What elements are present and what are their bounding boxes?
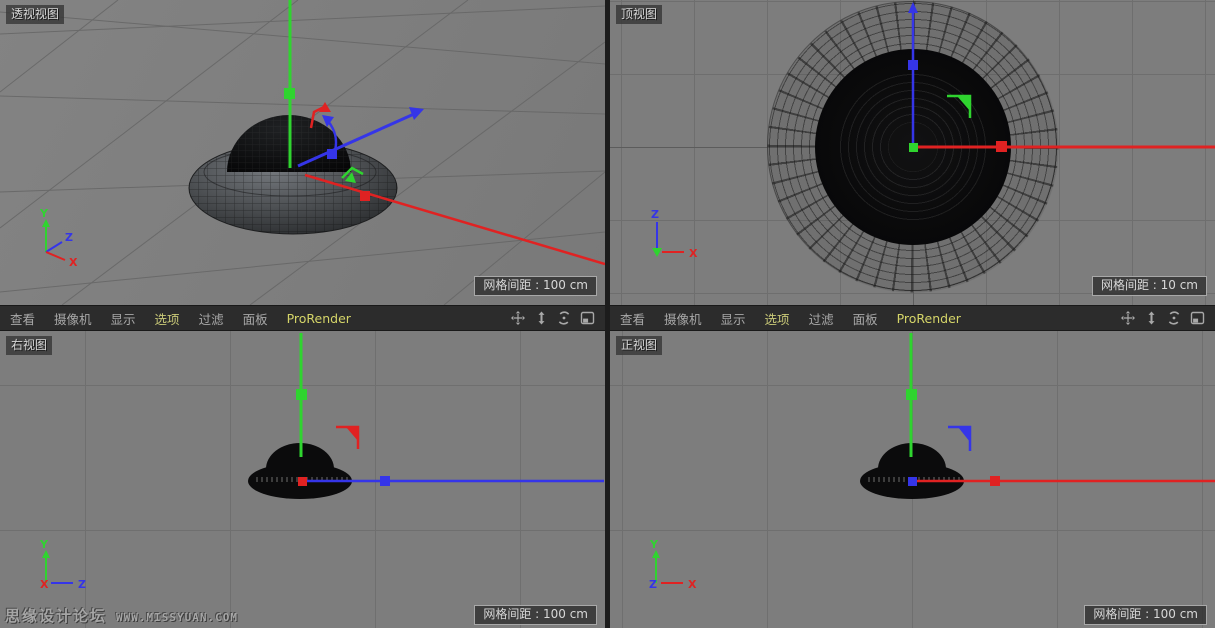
menu-panel[interactable]: 面板 — [853, 309, 878, 328]
viewport-label-front: 正视图 — [616, 336, 662, 355]
pan-icon[interactable] — [510, 310, 526, 326]
rotate-band-z[interactable] — [948, 427, 970, 451]
menu-options[interactable]: 选项 — [155, 309, 180, 328]
axis-z-label: Z — [651, 208, 659, 221]
menu-display[interactable]: 显示 — [111, 309, 136, 328]
grid-spacing-front: 网格间距 : 100 cm — [1084, 605, 1207, 625]
viewport-label-right: 右视图 — [6, 336, 52, 355]
axis-x-label: X — [69, 256, 78, 269]
zoom-icon[interactable] — [533, 310, 549, 326]
gizmo-z-handle[interactable] — [908, 60, 918, 70]
viewport-nav-tools — [1120, 310, 1205, 326]
gizmo-x-handle[interactable] — [990, 476, 1000, 486]
viewport-label-perspective: 透视视图 — [6, 5, 64, 24]
axis-triad-front: Y Z X — [631, 535, 701, 605]
gizmo-z-handle[interactable] — [908, 477, 917, 486]
c4d-four-view-layout: Y Z X 透视视图 网格间距 : 100 cm — [0, 0, 1215, 628]
menu-panel[interactable]: 面板 — [243, 309, 268, 328]
viewport-menubar-right: 查看 摄像机 显示 选项 过滤 面板 ProRender — [610, 305, 1215, 331]
axis-y-label: Y — [39, 538, 49, 551]
axis-x-label: X — [40, 578, 49, 591]
axis-x-label: X — [688, 578, 697, 591]
viewport-front[interactable]: Y Z X 正视图 网格间距 : 100 cm — [610, 331, 1215, 628]
gizmo-y-handle[interactable] — [906, 389, 917, 400]
gizmo-y-handle[interactable] — [284, 88, 295, 99]
gizmo-y-handle[interactable] — [909, 143, 918, 152]
triad-y-arrow — [652, 248, 662, 257]
axis-z-label: Z — [78, 578, 86, 591]
menu-prorender[interactable]: ProRender — [287, 311, 351, 326]
menu-filter[interactable]: 过滤 — [809, 309, 834, 328]
menu-camera[interactable]: 摄像机 — [54, 309, 92, 328]
viewport-menubar-left: 查看 摄像机 显示 选项 过滤 面板 ProRender — [0, 305, 605, 331]
grid-spacing-top: 网格间距 : 10 cm — [1092, 276, 1207, 296]
gizmo-y-handle[interactable] — [296, 389, 307, 400]
axis-z-label: Z — [649, 578, 657, 591]
viewport-nav-tools — [510, 310, 595, 326]
axis-triad-right: Y X Z — [25, 535, 95, 605]
axis-y-label: Y — [649, 538, 659, 551]
menu-display[interactable]: 显示 — [721, 309, 746, 328]
grid-spacing-perspective: 网格间距 : 100 cm — [474, 276, 597, 296]
toggle-viewport-icon[interactable] — [579, 310, 595, 326]
viewport-perspective[interactable]: Y Z X 透视视图 网格间距 : 100 cm — [0, 0, 605, 305]
menu-view[interactable]: 查看 — [620, 309, 645, 328]
watermark-site-name: 思缘设计论坛 — [5, 605, 107, 626]
triad-y-arrow — [652, 550, 660, 558]
triad-y-arrow — [42, 219, 50, 227]
gizmo-x-handle[interactable] — [996, 141, 1007, 152]
rotate-icon[interactable] — [1166, 310, 1182, 326]
gizmo-z-arrowhead — [908, 2, 918, 13]
menu-filter[interactable]: 过滤 — [199, 309, 224, 328]
rotate-band-y[interactable] — [947, 96, 970, 118]
rotate-band-x[interactable] — [336, 427, 358, 449]
triad-y-arrow — [42, 550, 50, 558]
menu-view[interactable]: 查看 — [10, 309, 35, 328]
axis-y-label: Y — [39, 207, 49, 220]
toggle-viewport-icon[interactable] — [1189, 310, 1205, 326]
menu-prorender[interactable]: ProRender — [897, 311, 961, 326]
gizmo-z-handle[interactable] — [380, 476, 390, 486]
menu-camera[interactable]: 摄像机 — [664, 309, 702, 328]
gizmo-x-handle[interactable] — [298, 477, 307, 486]
watermark-site-url: WWW.MISSYUAN.COM — [116, 611, 238, 624]
axis-z-label: Z — [65, 231, 73, 244]
zoom-icon[interactable] — [1143, 310, 1159, 326]
viewport-label-top: 顶视图 — [616, 5, 662, 24]
watermark: 思缘设计论坛 WWW.MISSYUAN.COM — [5, 605, 238, 626]
grid-spacing-right: 网格间距 : 100 cm — [474, 605, 597, 625]
viewport-top[interactable]: Z X 顶视图 网格间距 : 10 cm — [610, 0, 1215, 305]
gizmo-z-arrowhead — [409, 107, 424, 120]
menu-options[interactable]: 选项 — [765, 309, 790, 328]
gizmo-x-handle[interactable] — [360, 191, 370, 201]
pan-icon[interactable] — [1120, 310, 1136, 326]
ufo-saucer-mesh[interactable] — [189, 115, 397, 234]
rotate-icon[interactable] — [556, 310, 572, 326]
axis-triad-top: Z X — [636, 205, 706, 275]
axis-x-label: X — [689, 247, 698, 260]
viewport-right[interactable]: Y X Z 右视图 网格间距 : 100 cm — [0, 331, 605, 628]
axis-triad-perspective: Y Z X — [25, 205, 95, 275]
